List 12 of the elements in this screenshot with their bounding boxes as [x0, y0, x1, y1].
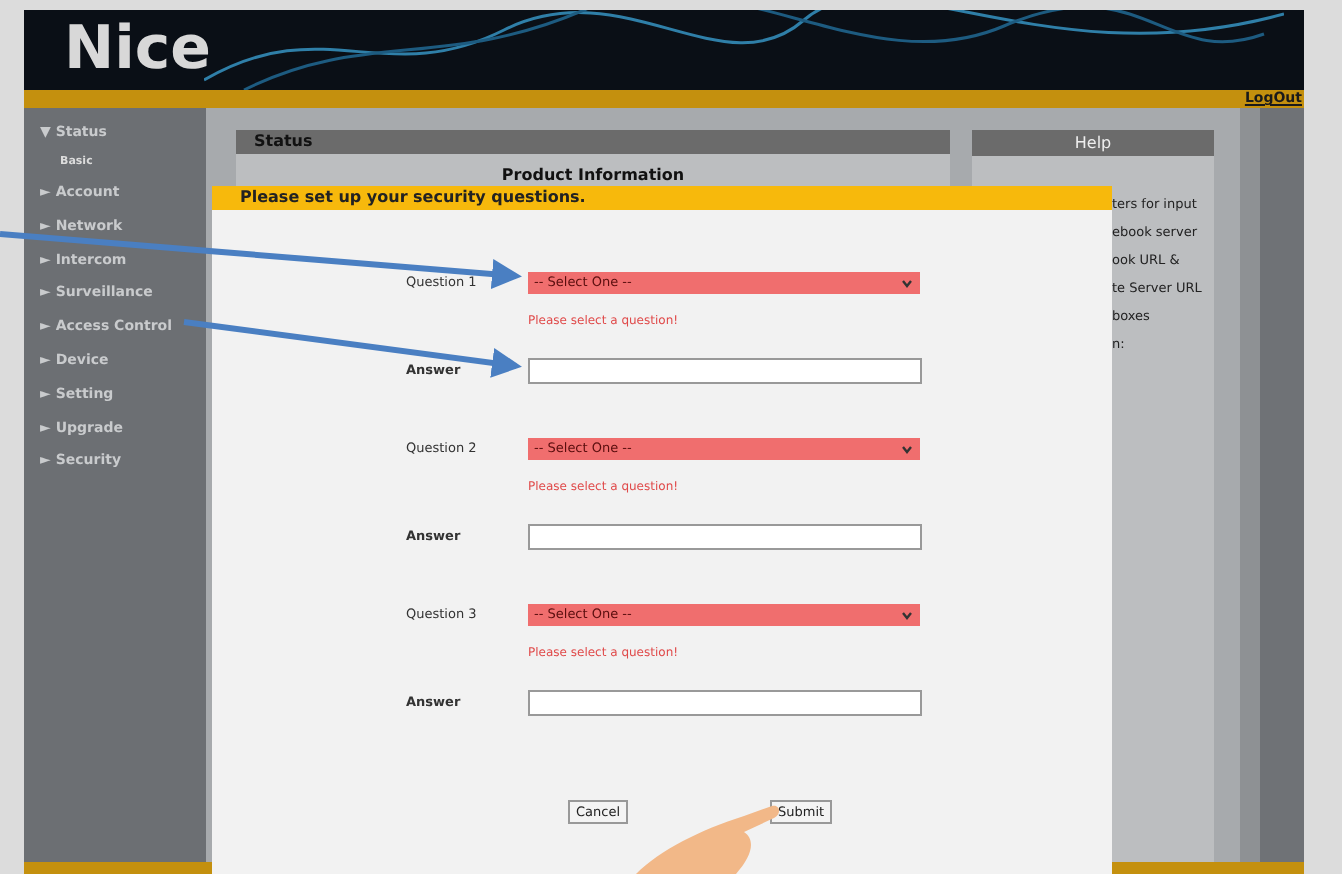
answer-field[interactable] — [528, 524, 922, 550]
answer-field[interactable] — [528, 358, 922, 384]
logo-text: Nice — [64, 20, 212, 80]
chevron-down-icon — [902, 611, 912, 619]
panel-title: Status — [254, 130, 313, 154]
panel-subtitle: Product Information — [501, 166, 685, 184]
chevron-down-icon — [902, 445, 912, 453]
panel-title: Help — [1074, 131, 1112, 155]
chevron-down-icon — [902, 279, 912, 287]
dialog-title: Please set up your security questions. — [240, 190, 586, 206]
answer-field[interactable] — [528, 690, 922, 716]
pointing-hand-drawing — [636, 805, 780, 874]
